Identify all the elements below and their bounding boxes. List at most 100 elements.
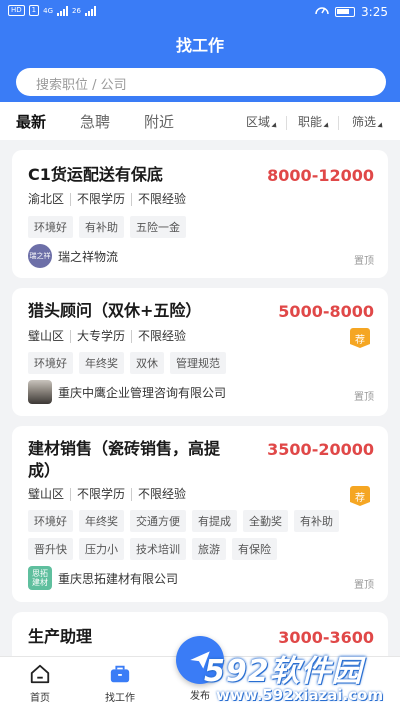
job-salary: 3000-3600	[278, 628, 374, 647]
job-tag: 环境好	[28, 510, 73, 532]
job-salary: 5000-8000	[278, 302, 374, 321]
job-tag: 五险一金	[130, 216, 186, 238]
job-tag: 全勤奖	[243, 510, 288, 532]
job-title: 生产助理	[28, 627, 93, 646]
company-name: 重庆中鹰企业管理咨询有限公司	[58, 385, 227, 400]
company-logo-text: 瑞之祥	[29, 252, 51, 260]
nav-home[interactable]: 首页	[10, 663, 70, 704]
filter-function[interactable]: 职能	[298, 113, 331, 130]
filter-function-label: 职能	[298, 115, 323, 129]
tab-urgent[interactable]: 急聘	[80, 111, 110, 132]
job-experience: 不限经验	[131, 330, 192, 343]
battery-icon	[335, 6, 356, 17]
job-tags: 环境好 有补助 五险一金	[28, 216, 328, 238]
job-salary: 8000-12000	[267, 166, 374, 185]
company-info[interactable]: 思拓建材 重庆思拓建材有限公司	[28, 566, 178, 590]
network-4g-label: 4G	[43, 6, 54, 15]
job-tags: 环境好 年终奖 双休 管理规范	[28, 352, 328, 374]
caret-icon	[377, 122, 385, 130]
search-input[interactable]: 搜索职位 / 公司	[16, 68, 386, 96]
company-info[interactable]: 瑞之祥 瑞之祥物流	[28, 244, 118, 268]
job-tag: 旅游	[192, 538, 226, 560]
job-title: 猎头顾问（双休+五险）	[28, 301, 202, 320]
company-logo-text: 思拓建材	[32, 569, 48, 587]
tab-bar: 最新 急聘 附近 区域 职能 筛选	[0, 102, 400, 140]
sim-indicator: 1	[28, 5, 40, 16]
job-education: 不限学历	[70, 193, 131, 206]
pinned-label: 置顶	[354, 256, 374, 267]
job-tag: 交通方便	[130, 510, 186, 532]
company-info[interactable]: 重庆中鹰企业管理咨询有限公司	[28, 380, 226, 404]
job-card[interactable]: 建材销售（瓷砖销售，高提 成） 3500-20000 荐 璧山区 不限学历 不限…	[12, 426, 388, 602]
job-tag: 管理规范	[170, 352, 226, 374]
job-experience: 不限经验	[131, 193, 192, 206]
job-education: 不限学历	[70, 488, 131, 501]
job-tag: 有补助	[294, 510, 339, 532]
tab-nearby[interactable]: 附近	[144, 111, 174, 132]
company-name: 瑞之祥物流	[58, 249, 119, 264]
job-tag: 有补助	[79, 216, 124, 238]
filter-divider	[286, 116, 287, 130]
job-tag: 晋升快	[28, 538, 73, 560]
tab-latest[interactable]: 最新	[16, 111, 46, 132]
nav-find-job-label: 找工作	[105, 693, 135, 704]
filter-divider	[338, 116, 339, 130]
home-icon	[30, 664, 50, 684]
signal-icon	[57, 5, 69, 16]
signal-icon-2	[84, 5, 96, 16]
recommended-badge: 荐	[350, 486, 370, 506]
job-district: 璧山区	[28, 329, 65, 343]
filter-region[interactable]: 区域	[246, 113, 279, 130]
filter-more-label: 筛选	[352, 115, 377, 129]
watermark-logo: 592软件园	[204, 654, 363, 689]
job-tag: 有保险	[232, 538, 277, 560]
network-26-label: 26	[72, 6, 81, 15]
job-district: 璧山区	[28, 487, 65, 501]
status-bar: HD 1 4G 26 3:25	[0, 0, 400, 24]
search-placeholder: 搜索职位 / 公司	[36, 78, 127, 93]
caret-icon	[323, 122, 331, 130]
job-card[interactable]: C1货运配送有保底 8000-12000 渝北区 不限学历 不限经验 环境好 有…	[12, 150, 388, 278]
job-title: C1货运配送有保底	[28, 165, 163, 184]
company-logo: 思拓建材	[28, 566, 52, 590]
company-logo: 瑞之祥	[28, 244, 52, 268]
hd-indicator: HD	[8, 5, 25, 16]
pinned-label: 置顶	[354, 580, 374, 591]
job-district: 渝北区	[28, 192, 65, 206]
page-title: 找工作	[175, 36, 224, 55]
watermark: 592软件园 www.592xiazai.com	[196, 646, 400, 711]
job-tag: 技术培训	[130, 538, 186, 560]
job-tag: 年终奖	[79, 352, 124, 374]
nav-home-label: 首页	[30, 693, 50, 704]
job-card[interactable]: 猎头顾问（双休+五险） 5000-8000 荐 璧山区 大专学历 不限经验 环境…	[12, 288, 388, 416]
job-requirements: 璧山区 大专学历 不限经验	[28, 330, 192, 343]
job-tag: 年终奖	[79, 510, 124, 532]
job-title-line: 建材销售（瓷砖销售，高提	[28, 439, 221, 458]
job-title-line: 成）	[28, 461, 61, 480]
job-requirements: 渝北区 不限学历 不限经验	[28, 193, 192, 206]
nav-find-job[interactable]: 找工作	[90, 663, 150, 704]
filter-more[interactable]: 筛选	[352, 113, 385, 130]
watermark-url: www.592xiazai.com	[216, 686, 384, 704]
clock: 3:25	[361, 4, 388, 19]
job-education: 大专学历	[70, 330, 131, 343]
job-tag: 环境好	[28, 216, 73, 238]
job-requirements: 璧山区 不限学历 不限经验	[28, 488, 192, 501]
top-header: HD 1 4G 26 3:25 找工作 搜索职位 / 公司	[0, 0, 400, 102]
job-tag: 环境好	[28, 352, 73, 374]
job-tags: 环境好 年终奖 交通方便 有提成 全勤奖 有补助 晋升快 压力小 技术培训 旅游…	[28, 510, 348, 560]
job-tag: 双休	[130, 352, 164, 374]
filter-region-label: 区域	[246, 115, 271, 129]
recommended-badge: 荐	[350, 328, 370, 348]
speedometer-icon	[315, 4, 329, 19]
company-logo	[28, 380, 52, 404]
job-title: 建材销售（瓷砖销售，高提 成）	[28, 438, 220, 482]
job-tag: 有提成	[192, 510, 237, 532]
job-tag: 压力小	[79, 538, 124, 560]
caret-icon	[271, 122, 279, 130]
pinned-label: 置顶	[354, 392, 374, 403]
job-salary: 3500-20000	[267, 440, 374, 459]
company-name: 重庆思拓建材有限公司	[58, 571, 179, 586]
briefcase-icon	[110, 665, 130, 683]
job-experience: 不限经验	[131, 488, 192, 501]
